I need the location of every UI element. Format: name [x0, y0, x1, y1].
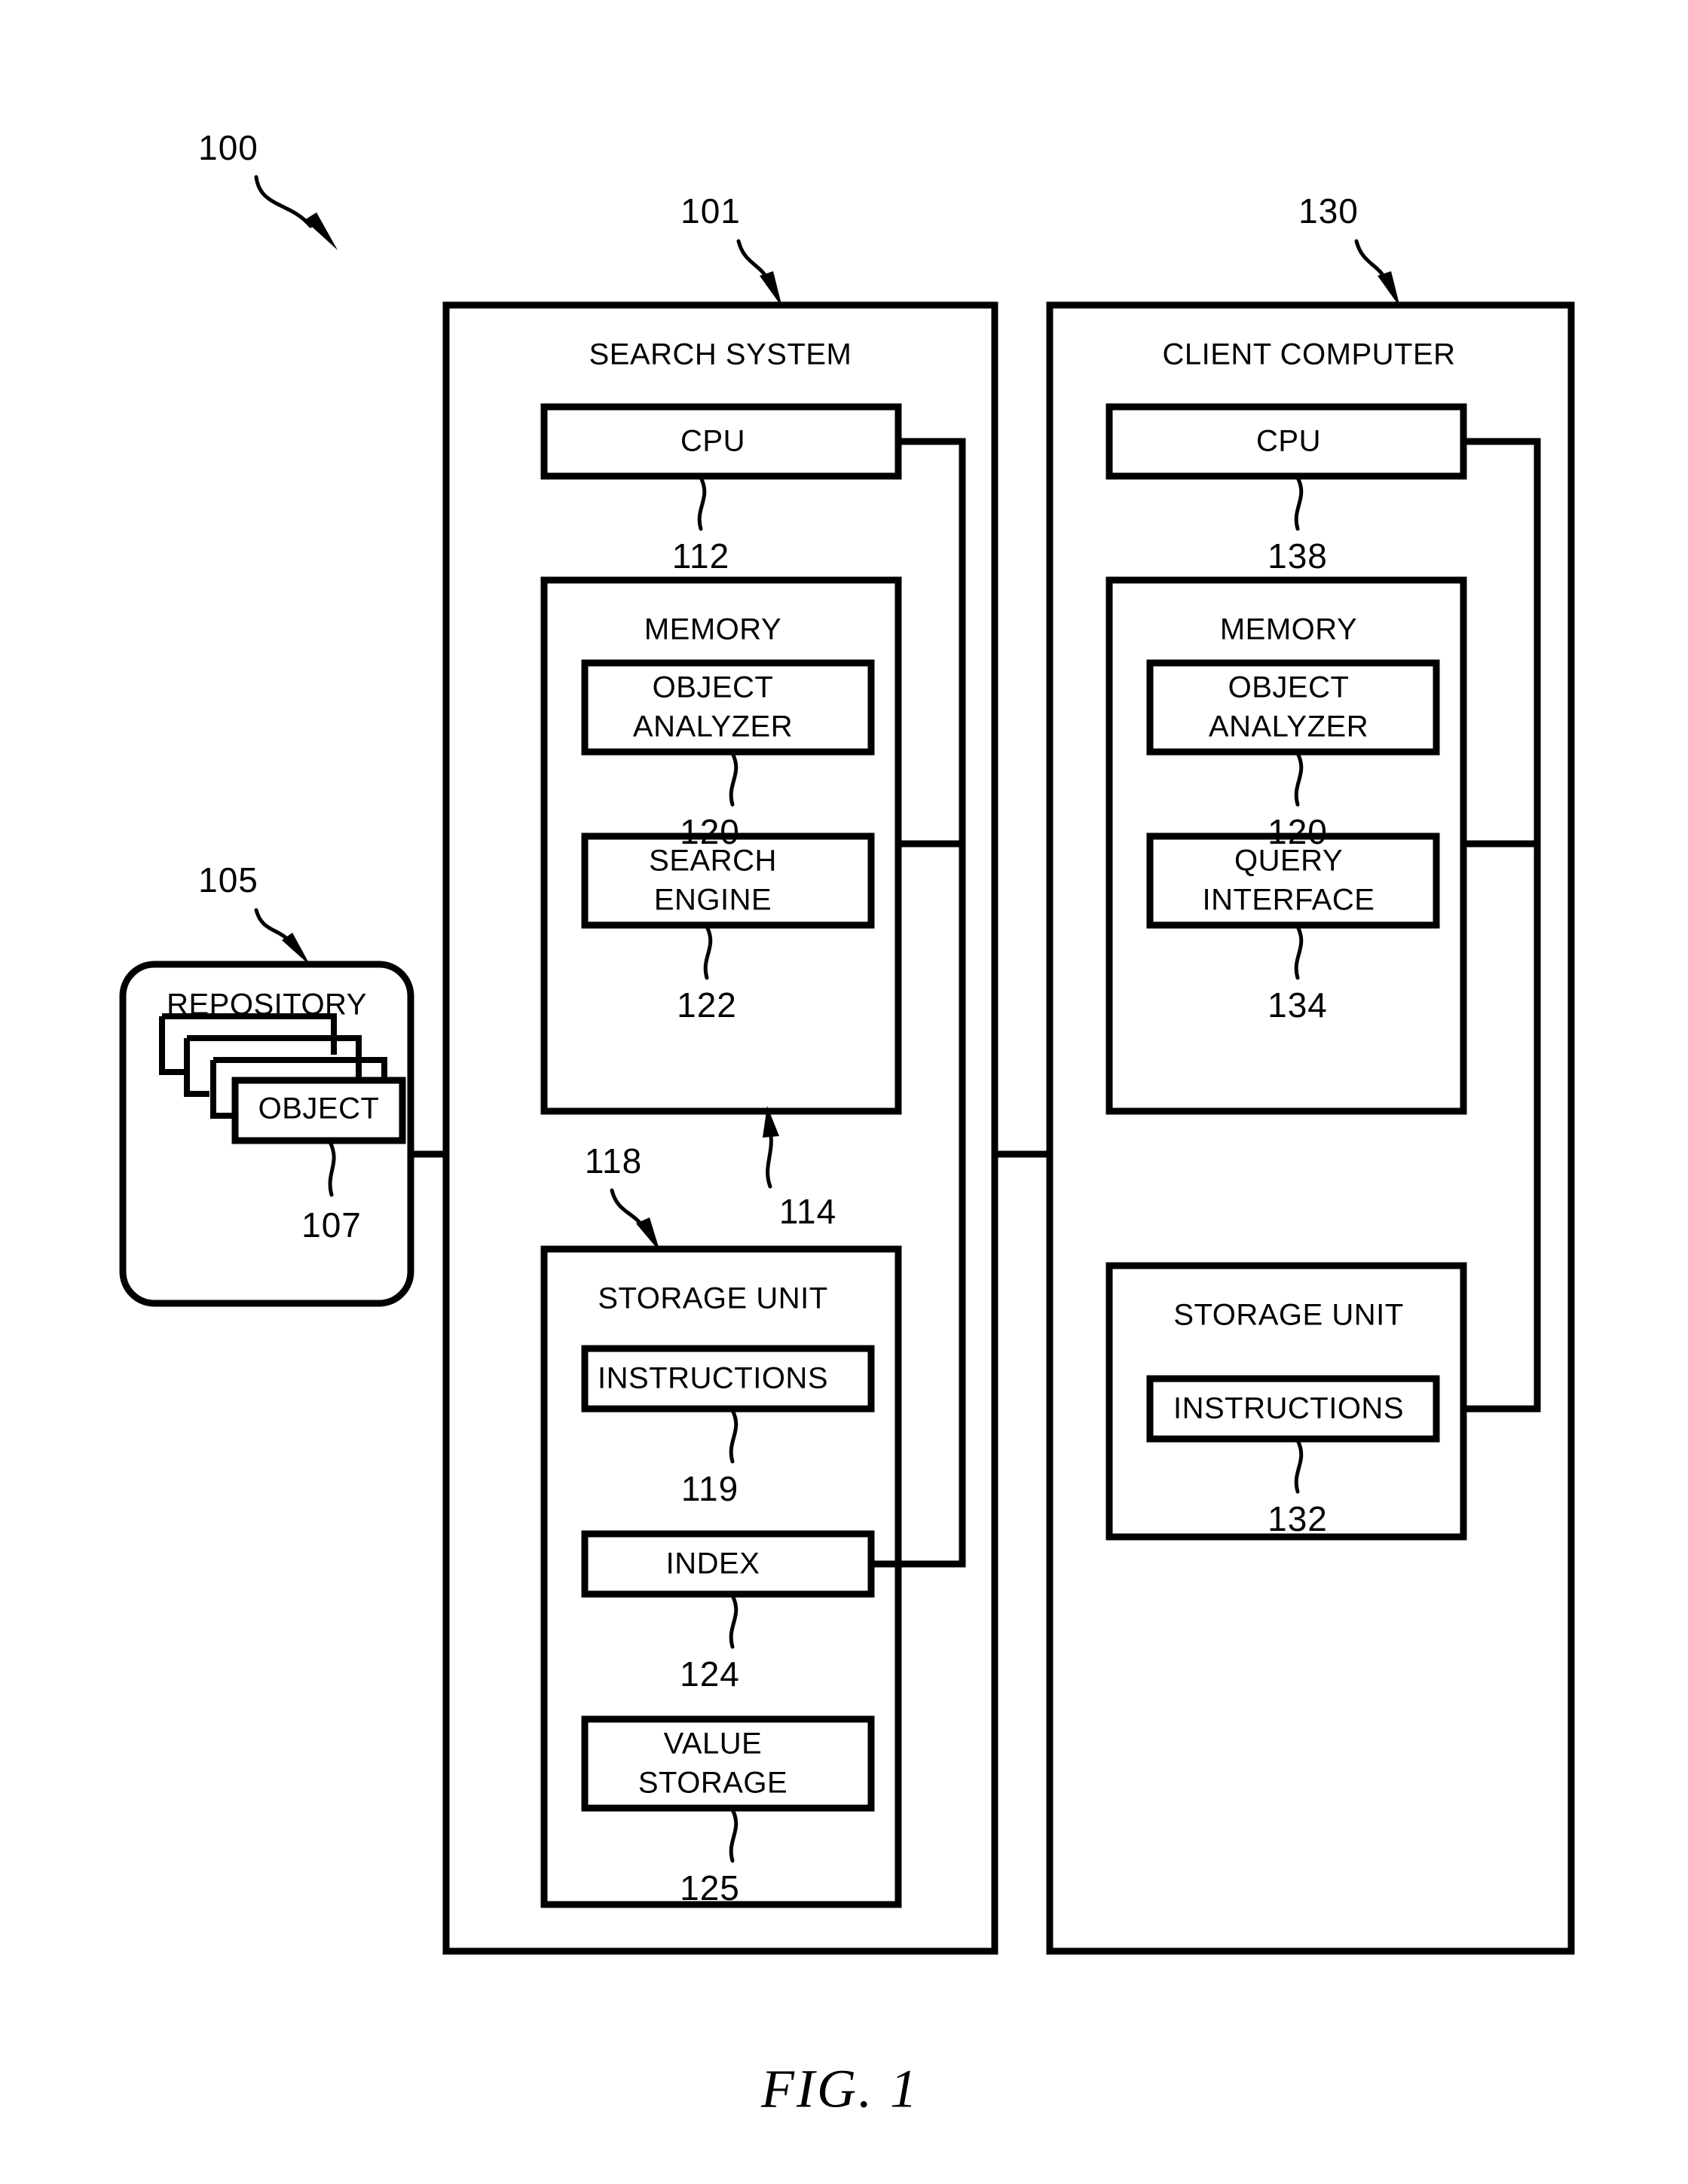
search-value-storage-line1: VALUE	[664, 1727, 763, 1761]
search-cpu-ref-label: 112	[672, 536, 729, 576]
object-label: OBJECT	[258, 1092, 380, 1126]
search-value-storage-line2: STORAGE	[638, 1767, 787, 1800]
object-ref-label: 107	[301, 1205, 362, 1245]
search-engine-ref-label: 122	[677, 985, 737, 1025]
search-storage-ref-label: 118	[585, 1141, 642, 1181]
search-instructions-label: INSTRUCTIONS	[598, 1362, 828, 1395]
search-value-storage-ref-label: 125	[680, 1868, 740, 1908]
client-object-analyzer-line2: ANALYZER	[1209, 710, 1368, 744]
system-ref-label: 100	[198, 128, 258, 167]
search-object-analyzer-line1: OBJECT	[653, 671, 774, 704]
search-engine-line2: ENGINE	[654, 884, 772, 917]
client-instructions-ref-label: 132	[1268, 1499, 1328, 1538]
search-instructions-ref-label: 119	[681, 1469, 738, 1508]
search-engine-line1: SEARCH	[649, 845, 777, 878]
client-instructions-label: INSTRUCTIONS	[1173, 1392, 1404, 1425]
search-index-ref-label: 124	[680, 1654, 740, 1694]
search-system-ref-label: 101	[680, 191, 741, 231]
client-query-interface-ref-label: 134	[1268, 985, 1328, 1025]
search-memory-ref-label: 114	[779, 1192, 836, 1231]
client-storage-unit-title: STORAGE UNIT	[1173, 1299, 1403, 1332]
search-storage-unit-title: STORAGE UNIT	[598, 1282, 827, 1315]
client-cpu-label: CPU	[1256, 425, 1321, 458]
search-index-label: INDEX	[666, 1547, 760, 1581]
client-computer-title: CLIENT COMPUTER	[1162, 338, 1455, 371]
client-query-interface-line2: INTERFACE	[1203, 884, 1375, 917]
client-computer-ref-label: 130	[1298, 191, 1359, 231]
figure-caption: FIG. 1	[760, 2059, 919, 2119]
search-object-analyzer-line2: ANALYZER	[633, 710, 793, 744]
repository-title: REPOSITORY	[167, 988, 367, 1022]
client-memory-title: MEMORY	[1220, 613, 1357, 646]
search-cpu-label: CPU	[680, 425, 745, 458]
search-system-title: SEARCH SYSTEM	[589, 338, 852, 371]
client-object-analyzer-line1: OBJECT	[1228, 671, 1350, 704]
client-cpu-ref-label: 138	[1268, 536, 1328, 576]
patent-figure-1: 100 105 REPOSITORY OBJECT 107 101 SEARCH…	[0, 0, 1688, 2184]
repository-ref-label: 105	[198, 860, 258, 900]
client-query-interface-line1: QUERY	[1234, 845, 1343, 878]
search-memory-title: MEMORY	[644, 613, 781, 646]
